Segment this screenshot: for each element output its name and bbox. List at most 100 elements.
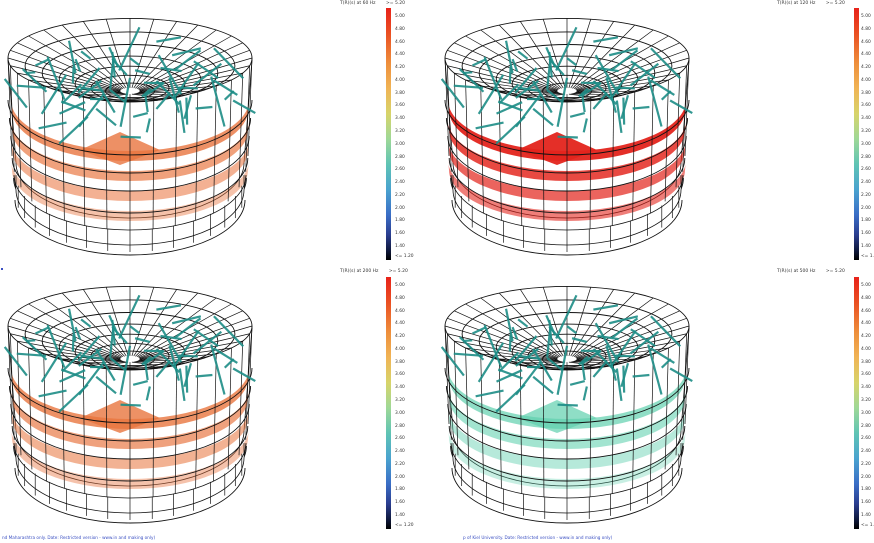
scale-tick-label: 3.60 bbox=[861, 103, 871, 109]
scale-tick-label: 3.00 bbox=[395, 410, 405, 416]
scale-tick-label: 4.20 bbox=[395, 334, 405, 340]
scale-tick-label: 3.80 bbox=[395, 359, 405, 365]
scale-tick-label: 3.20 bbox=[395, 398, 405, 403]
scale-tick-label: 3.00 bbox=[395, 141, 405, 147]
marker-dot bbox=[1, 268, 3, 270]
scale-tick-label: 4.20 bbox=[861, 334, 871, 340]
scale-tick-label: 3.60 bbox=[861, 372, 871, 378]
scale-tick-label: 2.20 bbox=[395, 461, 405, 467]
scale-tick-label: 3.20 bbox=[395, 129, 405, 134]
scale-tick-label: 4.20 bbox=[861, 65, 871, 71]
scale-tick-label: 4.80 bbox=[395, 295, 405, 301]
scale-tick-label: 5.00 bbox=[395, 14, 405, 19]
scale-tick-label: 3.40 bbox=[395, 116, 405, 122]
scale-tick-label: 3.40 bbox=[395, 385, 405, 391]
scale-tick-label: 1.80 bbox=[395, 218, 405, 224]
scale-tick-label: 2.40 bbox=[395, 449, 405, 455]
scale-min-label: <= 1.20 bbox=[861, 254, 874, 259]
scale-tick-label: 5.00 bbox=[861, 14, 871, 19]
scale-tick-label: 1.40 bbox=[395, 513, 405, 518]
max-label: >= 5.20 bbox=[385, 1, 405, 6]
scale-tick-label: 4.40 bbox=[395, 321, 405, 327]
scale-tick-label: 2.80 bbox=[395, 154, 405, 160]
scale-tick-label: 1.60 bbox=[861, 231, 871, 237]
color-scale-ticks: 5.00 4.80 4.60 4.40 4.20 4.00 3.80 3.60 3.40 3.20… bbox=[861, 277, 874, 529]
color-scale-ticks: 5.00 4.80 4.60 4.40 4.20 4.00 3.80 3.60 3.40 3.20… bbox=[395, 277, 419, 529]
scale-tick-label: 4.40 bbox=[861, 52, 871, 58]
color-scale-ticks: 5.00 4.80 4.60 4.40 4.20 4.00 3.80 3.60 3.40 3.20… bbox=[395, 8, 419, 260]
panel-header: T(R)(s) at 120 Hz >= 5.20 bbox=[777, 1, 845, 6]
frequency-label: T(R)(s) at 500 Hz bbox=[777, 269, 816, 274]
stadium-model-60hz bbox=[3, 17, 256, 256]
max-label: >= 5.20 bbox=[825, 269, 845, 274]
scale-tick-label: 1.60 bbox=[861, 500, 871, 506]
scale-tick-label: 4.60 bbox=[395, 39, 405, 45]
max-label: >= 5.20 bbox=[388, 269, 408, 274]
scale-tick-label: 1.80 bbox=[395, 487, 405, 493]
scale-tick-label: 4.00 bbox=[395, 77, 405, 83]
scale-tick-label: 2.40 bbox=[395, 180, 405, 186]
scale-tick-label: 3.00 bbox=[861, 410, 871, 416]
scale-tick-label: 2.20 bbox=[395, 192, 405, 198]
scale-tick-label: 2.80 bbox=[861, 154, 871, 160]
scale-tick-label: 2.60 bbox=[861, 436, 871, 442]
scale-tick-label: 2.60 bbox=[395, 167, 405, 173]
scale-tick-label: 2.00 bbox=[395, 474, 405, 480]
scale-tick-label: 1.40 bbox=[861, 244, 871, 249]
scale-tick-label: 2.20 bbox=[861, 461, 871, 467]
color-scale-bar bbox=[854, 277, 859, 529]
scale-tick-label: 2.20 bbox=[861, 192, 871, 198]
scale-tick-label: 3.40 bbox=[861, 385, 871, 391]
scale-tick-label: 4.80 bbox=[395, 26, 405, 32]
scale-tick-label: 2.00 bbox=[861, 205, 871, 211]
color-scale-bar bbox=[854, 8, 859, 260]
panel-top-left: T(R)(s) at 60 Hz >= 5.20 5.00 4.80 4.60 4.4… bbox=[0, 0, 437, 271]
scale-tick-label: 4.60 bbox=[395, 308, 405, 314]
scale-tick-label: 4.00 bbox=[395, 346, 405, 352]
stadium-model-500hz bbox=[440, 285, 693, 524]
scale-tick-label: 2.80 bbox=[861, 423, 871, 429]
scale-tick-label: 4.20 bbox=[395, 65, 405, 71]
scale-tick-label: 5.00 bbox=[395, 283, 405, 288]
scale-tick-label: 3.60 bbox=[395, 103, 405, 109]
max-label: >= 5.20 bbox=[825, 1, 845, 6]
stadium-model-120hz bbox=[440, 17, 693, 256]
color-scale-bar bbox=[386, 8, 391, 260]
scale-min-label: <= 1.20 bbox=[861, 523, 874, 528]
scale-tick-label: 4.80 bbox=[861, 26, 871, 32]
panel-bottom-right: T(R)(s) at 500 Hz >= 5.20 5.00 4.80 4.60 4.… bbox=[437, 268, 874, 539]
scale-tick-label: 3.80 bbox=[861, 359, 871, 365]
scale-min-label: <= 1.20 bbox=[395, 523, 414, 528]
scale-tick-label: 4.60 bbox=[861, 308, 871, 314]
scale-tick-label: 5.00 bbox=[861, 283, 871, 288]
scale-min-label: <= 1.20 bbox=[395, 254, 414, 259]
scale-tick-label: 4.40 bbox=[395, 52, 405, 58]
scale-tick-label: 2.60 bbox=[861, 167, 871, 173]
scale-tick-label: 2.80 bbox=[395, 423, 405, 429]
scale-tick-label: 1.40 bbox=[395, 244, 405, 249]
scale-tick-label: 3.80 bbox=[395, 90, 405, 96]
panel-bottom-left: T(R)(s) at 200 Hz >= 5.20 5.00 4.80 4.60 4.… bbox=[0, 268, 437, 539]
scale-tick-label: 3.60 bbox=[395, 372, 405, 378]
scale-tick-label: 4.60 bbox=[861, 39, 871, 45]
scale-tick-label: 3.00 bbox=[861, 141, 871, 147]
scale-tick-label: 2.60 bbox=[395, 436, 405, 442]
scale-tick-label: 3.20 bbox=[861, 129, 871, 134]
panel-header: T(R)(s) at 200 Hz >= 5.20 bbox=[340, 269, 408, 274]
scale-tick-label: 1.60 bbox=[395, 500, 405, 506]
scale-tick-label: 3.80 bbox=[861, 90, 871, 96]
scale-tick-label: 4.00 bbox=[861, 346, 871, 352]
scale-tick-label: 1.40 bbox=[861, 513, 871, 518]
color-scale-bar bbox=[386, 277, 391, 529]
scale-tick-label: 1.80 bbox=[861, 218, 871, 224]
frequency-label: T(R)(s) at 120 Hz bbox=[777, 1, 816, 6]
scale-tick-label: 4.00 bbox=[861, 77, 871, 83]
frequency-label: T(R)(s) at 60 Hz bbox=[340, 1, 376, 6]
scale-tick-label: 1.60 bbox=[395, 231, 405, 237]
scale-tick-label: 3.40 bbox=[861, 116, 871, 122]
scale-tick-label: 2.40 bbox=[861, 449, 871, 455]
footer-right: p of Kiel University. Date: Restricted v… bbox=[463, 535, 613, 540]
stadium-model-200hz bbox=[3, 285, 256, 524]
panel-top-right: T(R)(s) at 120 Hz >= 5.20 5.00 4.80 4.60 4.… bbox=[437, 0, 874, 271]
scale-tick-label: 4.80 bbox=[861, 295, 871, 301]
